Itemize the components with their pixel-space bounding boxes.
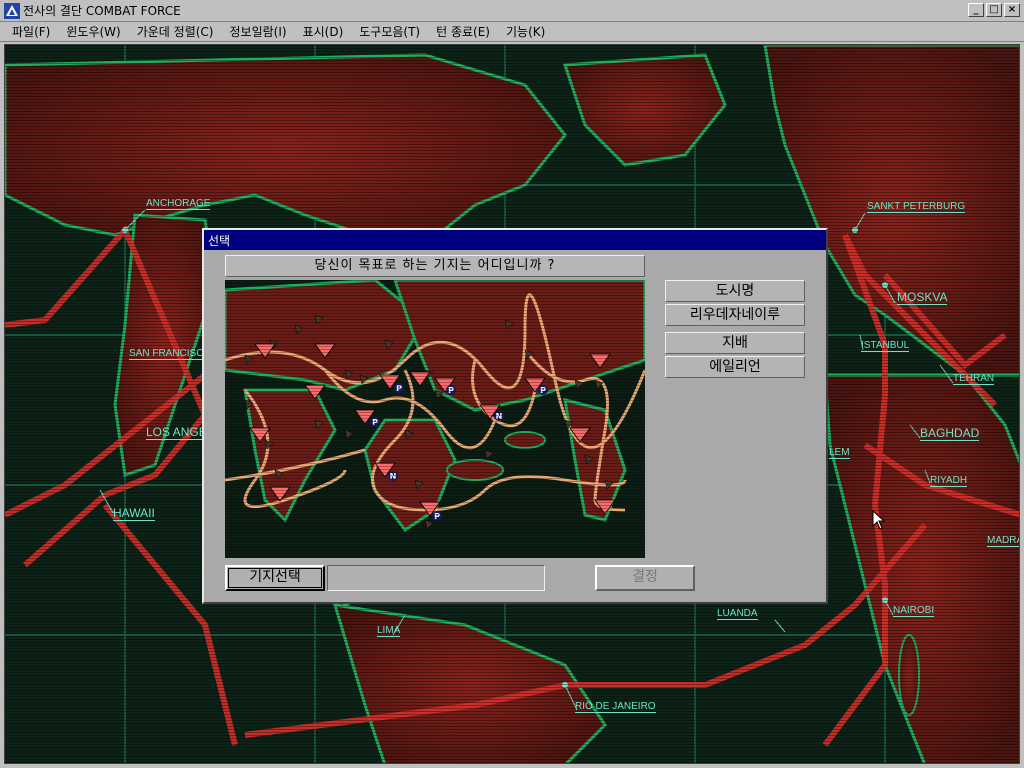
- city-label-anchorage[interactable]: ANCHORAGE: [146, 198, 211, 210]
- city-label-rio-de-janeiro[interactable]: RIO DE JANEIRO: [575, 701, 656, 713]
- base-selection-minimap[interactable]: P P P N P N P: [225, 280, 645, 558]
- dialog-body: 당신이 목표로 하는 기지는 어디입니까 ? P P P N P N P 도시명…: [204, 250, 826, 602]
- city-label-salem[interactable]: LEM: [829, 447, 850, 459]
- select-base-dialog: 선택 당신이 목표로 하는 기지는 어디입니까 ? P P P N P N P …: [202, 228, 828, 604]
- city-label-baghdad[interactable]: BAGHDAD: [920, 427, 980, 441]
- app-logo-icon: [4, 2, 20, 19]
- menu-center[interactable]: 가운데 정렬(C): [129, 23, 222, 40]
- maximize-button[interactable]: □: [986, 3, 1002, 17]
- menu-file[interactable]: 파일(F): [4, 23, 58, 40]
- menu-display[interactable]: 표시(D): [295, 23, 352, 40]
- base-select-button[interactable]: 기지선택: [225, 565, 325, 591]
- city-label-nairobi[interactable]: NAIROBI: [893, 605, 935, 617]
- control-value: 에일리언: [665, 356, 805, 378]
- menu-window[interactable]: 윈도우(W): [58, 23, 128, 40]
- decide-button[interactable]: 결정: [595, 565, 695, 591]
- control-header: 지배: [665, 332, 805, 354]
- city-label-san-francisco[interactable]: SAN FRANCISCO: [129, 348, 212, 360]
- city-label-los-angeles[interactable]: LOS ANGE: [146, 426, 207, 440]
- marker-letter-2: P: [448, 386, 454, 395]
- marker-letter-7: P: [434, 512, 440, 521]
- city-name-value: 리우데자네이루: [665, 304, 805, 326]
- marker-letter-1: P: [396, 384, 402, 393]
- window-title-bar: 전사의 결단 COMBAT FORCE _ □ ×: [0, 0, 1024, 22]
- menu-end-turn[interactable]: 턴 종료(E): [428, 23, 498, 40]
- marker-letter-5: P: [540, 386, 546, 395]
- mouse-cursor-icon: [872, 509, 886, 533]
- dialog-title: 선택: [204, 230, 826, 250]
- city-label-sankt-peterburg[interactable]: SANKT PETERBURG: [867, 201, 966, 213]
- marker-letter-6: N: [390, 472, 397, 481]
- menu-function[interactable]: 기능(K): [498, 23, 553, 40]
- menu-info-list[interactable]: 정보일람(I): [221, 23, 294, 40]
- minimize-button[interactable]: _: [968, 3, 984, 17]
- marker-letter-3: P: [372, 418, 378, 427]
- city-label-hawaii[interactable]: HAWAII: [113, 507, 155, 521]
- marker-letter-4: N: [496, 412, 503, 421]
- city-label-tehran[interactable]: TEHRAN: [953, 373, 995, 385]
- menu-bar: 파일(F) 윈도우(W) 가운데 정렬(C) 정보일람(I) 표시(D) 도구모…: [0, 22, 1024, 42]
- city-label-lima[interactable]: LIMA: [377, 625, 401, 637]
- city-label-moskva[interactable]: MOSKVA: [897, 291, 948, 305]
- city-label-luanda[interactable]: LUANDA: [717, 608, 758, 620]
- close-button[interactable]: ×: [1004, 3, 1020, 17]
- base-select-field[interactable]: [327, 565, 545, 591]
- city-label-riyadh[interactable]: RIYADH: [930, 475, 968, 487]
- menu-toolbar[interactable]: 도구모음(T): [351, 23, 428, 40]
- city-label-istanbul[interactable]: ISTANBUL: [861, 340, 910, 352]
- minimap-graphic: P P P N P N P: [225, 280, 645, 558]
- city-label-madras[interactable]: MADRA: [987, 535, 1019, 547]
- dialog-question: 당신이 목표로 하는 기지는 어디입니까 ?: [225, 255, 645, 277]
- window-title: 전사의 결단 COMBAT FORCE: [23, 4, 181, 18]
- city-name-header: 도시명: [665, 280, 805, 302]
